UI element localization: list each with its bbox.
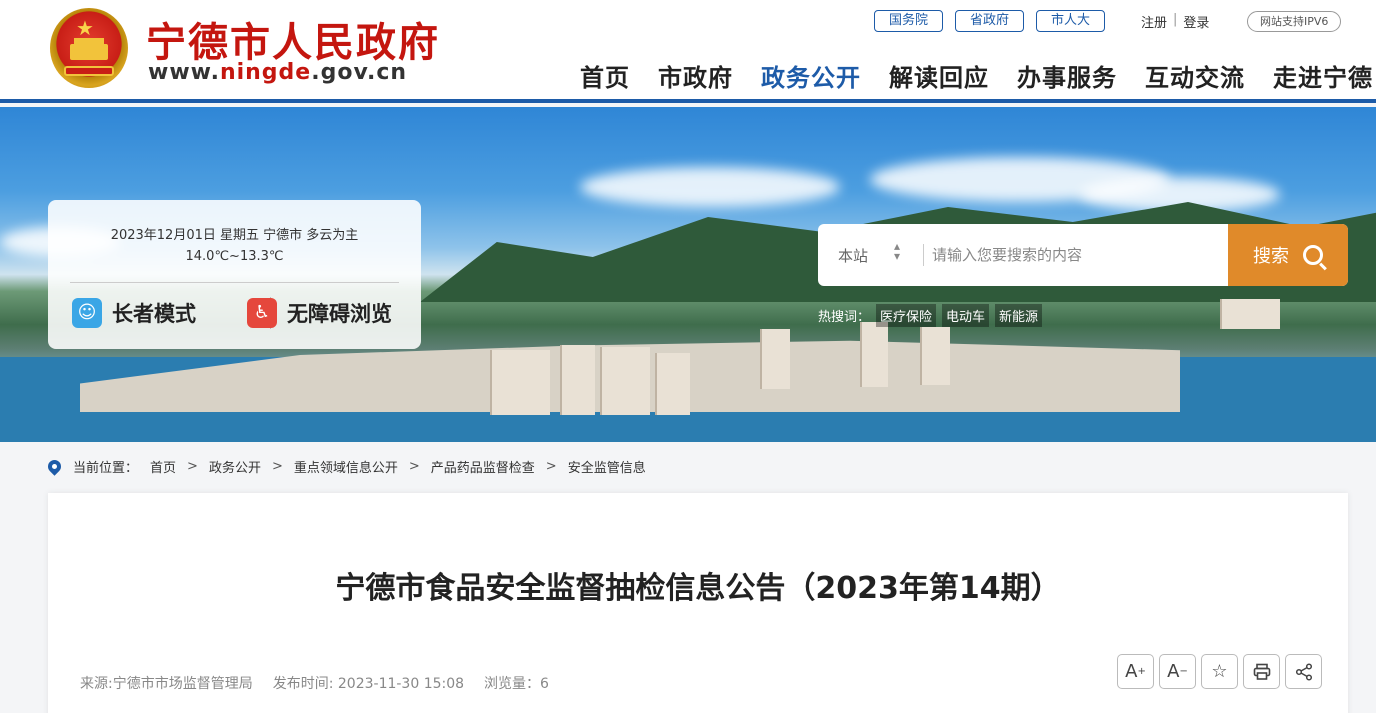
nav-interpretation[interactable]: 解读回应	[889, 58, 989, 93]
article-meta: 来源:宁德市市场监督管理局 发布时间: 2023-11-30 15:08 浏览量…	[80, 673, 549, 693]
temperature: 14.0℃~13.3℃	[185, 249, 284, 264]
building	[490, 350, 550, 415]
location-pin-icon	[45, 457, 64, 476]
search-divider	[923, 244, 924, 266]
nav-about-ningde[interactable]: 走进宁德	[1273, 58, 1373, 93]
article-source: 来源:宁德市市场监督管理局	[80, 676, 253, 692]
share-button[interactable]	[1285, 654, 1322, 689]
printer-icon	[1253, 663, 1270, 680]
building	[920, 327, 950, 385]
site-header: ★ 宁德市人民政府 www.ningde.gov.cn 国务院 省政府 市人大 …	[0, 0, 1376, 103]
register-link[interactable]: 注册	[1141, 12, 1167, 31]
font-decrease-button[interactable]: A −	[1159, 654, 1196, 689]
hot-search-label: 热搜词：	[818, 310, 871, 325]
hot-word-new-energy[interactable]: 新能源	[995, 304, 1043, 327]
font-decrease-sup: −	[1179, 666, 1188, 677]
article-title: 宁德市食品安全监督抽检信息公告（2023年第14期）	[335, 571, 1061, 606]
nav-city-government[interactable]: 市政府	[658, 58, 733, 93]
print-button[interactable]	[1243, 654, 1280, 689]
ipv6-badge: 网站支持IPV6	[1247, 11, 1342, 32]
building	[560, 345, 595, 415]
article-publish-time: 发布时间: 2023-11-30 15:08	[272, 676, 465, 692]
breadcrumb-separator: >	[545, 459, 557, 474]
article-views: 浏览量：6	[484, 676, 549, 692]
breadcrumb-separator: >	[408, 459, 420, 474]
breadcrumb-home[interactable]: 首页	[150, 457, 176, 476]
card-divider	[70, 282, 399, 283]
font-increase-button[interactable]: A +	[1117, 654, 1154, 689]
nav-government-affairs[interactable]: 政务公开	[761, 58, 861, 93]
elder-mode-label: 长者模式	[112, 302, 196, 326]
national-emblem-icon: ★	[50, 8, 128, 88]
elder-person-icon: ☺	[72, 298, 102, 328]
search-input[interactable]	[932, 236, 1222, 274]
breadcrumb-safety-supervision[interactable]: 安全监管信息	[568, 457, 646, 476]
auth-separator: |	[1173, 12, 1178, 27]
top-links: 国务院 省政府 市人大	[874, 10, 1106, 32]
login-link[interactable]: 登录	[1183, 12, 1209, 31]
nav-services[interactable]: 办事服务	[1017, 58, 1117, 93]
share-icon	[1295, 662, 1312, 681]
search-button[interactable]: 搜索	[1228, 224, 1348, 286]
breadcrumb-key-areas[interactable]: 重点领域信息公开	[294, 457, 398, 476]
article-panel: 宁德市食品安全监督抽检信息公告（2023年第14期） 来源:宁德市市场监督管理局…	[48, 493, 1348, 713]
accessible-browse-label: 无障碍浏览	[287, 302, 392, 326]
site-url: www.ningde.gov.cn	[148, 60, 407, 85]
search-button-label: 搜索	[1253, 246, 1289, 267]
search-icon	[1303, 245, 1323, 265]
building	[760, 329, 790, 389]
building	[860, 322, 888, 387]
building	[1220, 299, 1280, 329]
up-down-arrow-icon[interactable]: ▴ ▾	[894, 240, 900, 262]
link-state-council[interactable]: 国务院	[874, 10, 944, 32]
weather-info-card: 2023年12月01日 星期五 宁德市 多云为主 14.0℃~13.3℃ ☺ 长…	[48, 200, 421, 349]
search-scope-select[interactable]: 本站	[838, 245, 868, 266]
article-tools: A + A − ☆	[1117, 654, 1322, 689]
accessible-browse-button[interactable]: ♿ 无障碍浏览	[247, 298, 392, 328]
breadcrumb-product-drug-inspection[interactable]: 产品药品监督检查	[431, 457, 535, 476]
cloud	[580, 167, 840, 207]
date-weather: 2023年12月01日 星期五 宁德市 多云为主	[110, 228, 359, 243]
font-increase-letter: A	[1125, 661, 1138, 682]
link-provincial-government[interactable]: 省政府	[955, 10, 1025, 32]
building	[655, 353, 690, 415]
font-increase-sup: +	[1137, 666, 1146, 677]
url-prefix: www.	[148, 60, 220, 85]
nav-interaction[interactable]: 互动交流	[1145, 58, 1245, 93]
hot-word-electric-vehicle[interactable]: 电动车	[942, 304, 990, 327]
breadcrumb-separator: >	[187, 459, 198, 474]
star-icon: ☆	[1211, 661, 1228, 682]
main-nav: 首页 市政府 政务公开 解读回应 办事服务 互动交流 走进宁德	[580, 58, 1373, 93]
building	[600, 347, 650, 415]
url-highlight: ningde	[219, 60, 312, 85]
link-city-congress[interactable]: 市人大	[1036, 10, 1106, 32]
font-decrease-letter: A	[1167, 661, 1180, 682]
breadcrumb-label: 当前位置：	[73, 461, 139, 476]
search-box: 本站 ▴▾ 搜索	[818, 224, 1348, 286]
hot-word-medical-insurance[interactable]: 医疗保险	[876, 304, 937, 327]
elder-mode-button[interactable]: ☺ 长者模式	[72, 298, 196, 328]
auth-links: 注册 | 登录	[1141, 12, 1209, 31]
url-suffix: .gov.cn	[311, 60, 408, 85]
hot-search-words: 热搜词： 医疗保险 电动车 新能源	[818, 304, 1043, 327]
breadcrumb-separator: >	[271, 459, 283, 474]
breadcrumb: 当前位置： 首页 > 政务公开 > 重点领域信息公开 > 产品药品监督检查 > …	[45, 457, 646, 476]
wheelchair-icon: ♿	[247, 298, 277, 328]
favorite-button[interactable]: ☆	[1201, 654, 1238, 689]
nav-home[interactable]: 首页	[580, 58, 630, 93]
breadcrumb-government-affairs[interactable]: 政务公开	[209, 457, 261, 476]
